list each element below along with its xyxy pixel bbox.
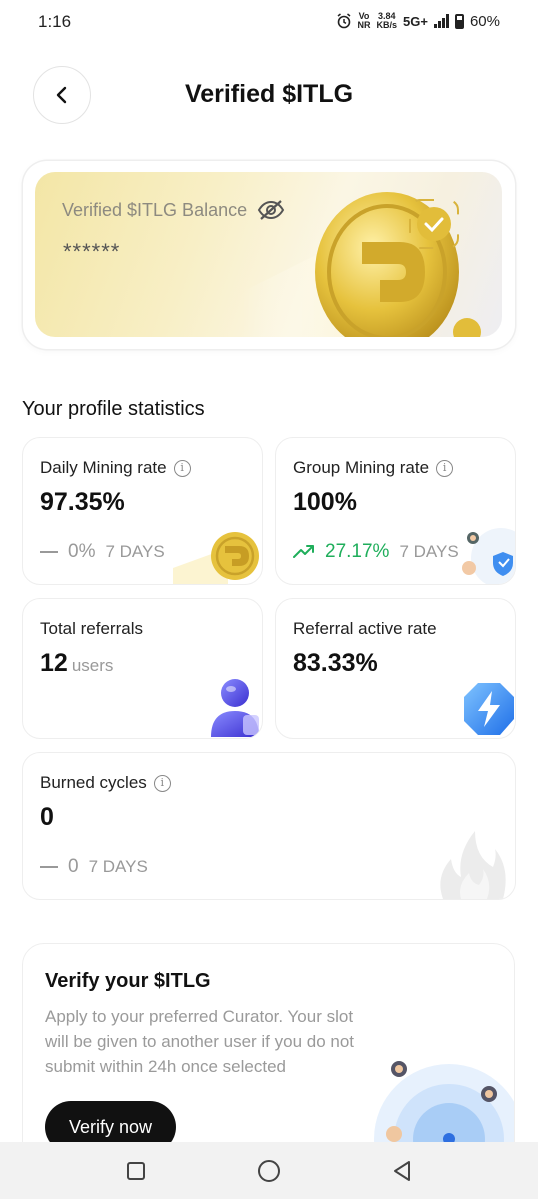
alarm-icon xyxy=(337,13,350,29)
gold-coin-icon xyxy=(173,532,259,584)
status-icons: Vo NR 3.84 KB/s 5G+ 60% xyxy=(336,12,500,30)
group-mining-period: 7 DAYS xyxy=(399,542,459,561)
gold-coin-illustration xyxy=(242,192,481,337)
group-mining-label-row: Group Mining rate i xyxy=(293,458,454,478)
network-type: 5G+ xyxy=(403,13,428,29)
square-icon xyxy=(127,1161,146,1180)
status-bar: 1:16 Vo NR 3.84 KB/s 5G+ 60% xyxy=(0,0,538,44)
balance-card-frame: Verified $ITLG Balance ****** xyxy=(23,161,515,349)
home-button[interactable] xyxy=(249,1151,289,1191)
info-icon[interactable]: i xyxy=(436,459,454,477)
total-referrals-value-row: 12 users xyxy=(40,649,113,678)
data-speed: 3.84 KB/s xyxy=(376,11,398,30)
balance-value: ****** xyxy=(63,239,121,264)
balance-card: Verified $ITLG Balance ****** xyxy=(35,172,502,337)
volte-indicator: Vo NR xyxy=(357,11,371,30)
info-icon[interactable]: i xyxy=(153,774,171,792)
total-referrals-unit: users xyxy=(71,656,114,675)
burned-cycles-label-row: Burned cycles i xyxy=(40,773,171,793)
triangle-back-icon xyxy=(393,1160,410,1181)
balance-label: Verified $ITLG Balance xyxy=(62,199,248,220)
group-shield-icon xyxy=(462,528,515,584)
circle-icon xyxy=(257,1159,280,1182)
referral-active-rate-card[interactable]: Referral active rate 83.33% xyxy=(275,598,516,739)
group-mining-card[interactable]: Group Mining rate i 100% 27.17% 7 DAYS xyxy=(275,437,516,585)
battery-percent: 60% xyxy=(469,12,500,30)
burned-cycles-period: 7 DAYS xyxy=(88,857,148,876)
burned-cycles-change-value: 0 xyxy=(68,856,79,877)
daily-mining-change: 0% 7 DAYS xyxy=(40,541,165,563)
battery-icon xyxy=(454,13,464,29)
system-navigation-bar xyxy=(0,1142,538,1199)
total-referrals-card[interactable]: Total referrals 12 users xyxy=(22,598,263,739)
referral-active-rate-label: Referral active rate xyxy=(293,619,437,638)
flame-icon xyxy=(440,831,506,899)
group-mining-change-value: 27.17% xyxy=(325,541,390,562)
page-title: Verified $ITLG xyxy=(184,80,354,108)
daily-mining-change-value: 0% xyxy=(68,541,96,562)
dash-icon xyxy=(40,866,58,868)
referral-active-rate-value: 83.33% xyxy=(293,649,378,677)
daily-mining-period: 7 DAYS xyxy=(105,542,165,561)
verify-card: Verify your $ITLG Apply to your preferre… xyxy=(22,943,515,1163)
trend-up-icon xyxy=(293,545,314,558)
lightning-icon xyxy=(464,683,514,735)
total-referrals-label: Total referrals xyxy=(40,619,143,638)
daily-mining-label: Daily Mining rate xyxy=(40,458,167,477)
burned-cycles-card[interactable]: Burned cycles i 0 0 7 DAYS xyxy=(22,752,516,900)
recents-button[interactable] xyxy=(116,1151,156,1191)
burned-cycles-value: 0 xyxy=(40,803,54,831)
signal-icon xyxy=(433,14,449,28)
burned-cycles-label: Burned cycles xyxy=(40,773,147,792)
daily-mining-card[interactable]: Daily Mining rate i 97.35% 0% 7 DAYS xyxy=(22,437,263,585)
daily-mining-label-row: Daily Mining rate i xyxy=(40,458,191,478)
total-referrals-value: 12 xyxy=(40,649,68,677)
burned-cycles-change: 0 7 DAYS xyxy=(40,856,148,878)
user-icon xyxy=(211,679,259,737)
daily-mining-value: 97.35% xyxy=(40,488,125,516)
verify-description: Apply to your preferred Curator. Your sl… xyxy=(45,1007,355,1076)
group-mining-value: 100% xyxy=(293,488,357,516)
info-icon[interactable]: i xyxy=(173,459,191,477)
system-back-button[interactable] xyxy=(382,1151,422,1191)
verify-title: Verify your $ITLG xyxy=(45,970,211,992)
status-time: 1:16 xyxy=(38,12,72,31)
group-mining-label: Group Mining rate xyxy=(293,458,430,477)
dash-icon xyxy=(40,551,58,553)
group-mining-change: 27.17% 7 DAYS xyxy=(293,541,459,563)
section-title: Your profile statistics xyxy=(22,398,205,420)
